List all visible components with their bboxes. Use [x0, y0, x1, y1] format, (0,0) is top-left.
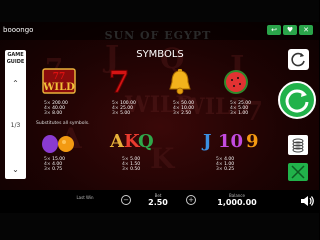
- j109-paytable: 5× 4.00 4× 1.00 3× 0.25: [216, 157, 234, 173]
- seven-symbol-icon: 7: [106, 65, 132, 101]
- close-icon[interactable]: ✕: [299, 25, 313, 35]
- guide-panel: [5, 50, 26, 179]
- plum-orange-paytable: 5× 15.00 4× 4.00 3× 0.75: [44, 157, 65, 173]
- wild-symbol-icon: 77 WILD: [42, 68, 76, 94]
- pay-key: 3×: [44, 111, 51, 117]
- back-icon[interactable]: ↩: [267, 25, 281, 35]
- spin-button[interactable]: [278, 81, 316, 119]
- close-paytable-button[interactable]: [288, 163, 308, 181]
- bet-settings-button[interactable]: [288, 135, 308, 155]
- autoplay-button[interactable]: [288, 49, 309, 70]
- bet-decrease-button[interactable]: −: [121, 195, 131, 205]
- bet-increase-button[interactable]: +: [186, 195, 196, 205]
- pay-key: 3×: [112, 111, 119, 117]
- bell-symbol-icon: [166, 68, 194, 96]
- pay-value: 2.50: [181, 111, 192, 117]
- page-indicator: 1/3: [10, 122, 21, 129]
- symbols-heading: SYMBOLS: [136, 49, 184, 60]
- card-9-symbol: 9: [246, 131, 259, 152]
- page-down-icon[interactable]: ⌄: [5, 165, 26, 174]
- pay-value: 0.50: [130, 167, 141, 173]
- wild-description: Substitutes all symbols.: [36, 121, 90, 126]
- page-up-icon[interactable]: ⌃: [5, 79, 26, 88]
- wild-paytable: 5× 200.00 4× 40.00 3× 8.00: [44, 101, 68, 117]
- pay-value: 5.00: [120, 111, 131, 117]
- game-guide-label[interactable]: GAME GUIDE: [6, 52, 25, 66]
- favorite-icon[interactable]: ♥: [283, 25, 297, 35]
- coins-icon: [292, 138, 304, 153]
- close-icon: [291, 165, 305, 179]
- card-q-symbol: Q: [138, 131, 154, 152]
- brand-logo: booongo: [3, 26, 34, 34]
- game-title: SUN OF EGYPT: [104, 29, 212, 42]
- pay-key: 3×: [122, 167, 129, 173]
- svg-text:7: 7: [109, 66, 130, 96]
- refresh-icon: [291, 52, 305, 67]
- card-10-symbol: 10: [218, 131, 244, 152]
- last-win-label: Last Win: [76, 195, 94, 200]
- pay-value: 0.75: [52, 167, 63, 173]
- pay-key: 3×: [44, 167, 51, 173]
- pay-value: 0.25: [224, 167, 235, 173]
- pay-key: 3×: [173, 111, 180, 117]
- card-j-symbol: J: [203, 131, 212, 152]
- pay-key: 3×: [230, 111, 237, 117]
- watermelon-paytable: 5× 25.00 4× 5.00 3× 1.00: [230, 101, 251, 117]
- akq-paytable: 5× 5.00 4× 1.50 3× 0.50: [122, 157, 140, 173]
- device-status-bar: [0, 213, 319, 240]
- speaker-icon: [301, 196, 314, 206]
- svg-text:77: 77: [53, 72, 66, 82]
- watermelon-symbol-icon: [222, 68, 250, 96]
- plum-orange-symbol-icon: [40, 132, 76, 154]
- bet-value: 2.50: [148, 198, 168, 207]
- guide-label-line1: GAME: [7, 52, 24, 58]
- spin-arrow-icon: [285, 89, 309, 113]
- card-a-symbol: A: [110, 131, 124, 152]
- seven-paytable: 5× 100.00 4× 25.00 3× 5.00: [112, 101, 136, 117]
- pay-key: 3×: [216, 167, 223, 173]
- svg-text:WILD: WILD: [42, 82, 75, 93]
- guide-label-line2: GUIDE: [6, 59, 25, 65]
- balance-value: 1,000.00: [217, 198, 257, 207]
- sound-button[interactable]: [299, 193, 315, 207]
- bell-paytable: 5× 50.00 4× 10.00 3× 2.50: [173, 101, 194, 117]
- pay-value: 1.00: [238, 111, 249, 117]
- pay-value: 8.00: [52, 111, 63, 117]
